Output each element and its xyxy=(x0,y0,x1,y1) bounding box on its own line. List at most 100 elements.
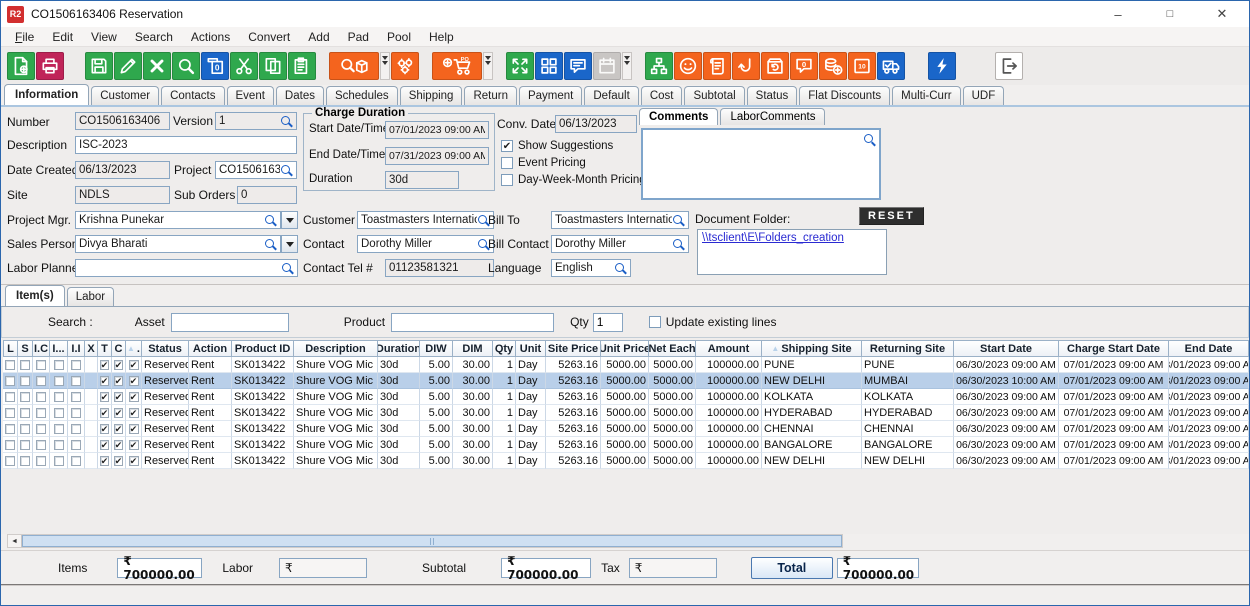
tab-flat-discounts[interactable]: Flat Discounts xyxy=(799,86,890,105)
contact-field[interactable]: Dorothy Miller xyxy=(357,235,494,253)
table-row[interactable]: ✔✔✔ReservedRentSK013422Shure VOG Mic30d5… xyxy=(3,405,1247,421)
row-checkbox[interactable] xyxy=(36,408,46,418)
row-checkbox[interactable]: ✔ xyxy=(100,392,110,402)
language-field[interactable]: English xyxy=(551,259,631,277)
table-row[interactable]: ✔✔✔ReservedRentSK013422Shure VOG Mic30d5… xyxy=(3,437,1247,453)
exit-button[interactable] xyxy=(995,52,1023,80)
day-week-month-pricing-checkbox[interactable] xyxy=(501,174,513,186)
row-checkbox[interactable]: ✔ xyxy=(129,408,139,418)
column-header-site-price[interactable]: Site Price xyxy=(546,340,601,357)
row-checkbox[interactable] xyxy=(20,392,30,402)
tab-return[interactable]: Return xyxy=(464,86,517,105)
row-checkbox[interactable] xyxy=(5,408,15,418)
tab-cost[interactable]: Cost xyxy=(641,86,683,105)
tab-shipping[interactable]: Shipping xyxy=(400,86,463,105)
column-header-duration[interactable]: Duration xyxy=(378,340,420,357)
row-checkbox[interactable] xyxy=(71,360,81,370)
table-row[interactable]: ✔✔✔ReservedRentSK013422Shure VOG Mic30d5… xyxy=(3,421,1247,437)
row-checkbox[interactable] xyxy=(71,456,81,466)
tab-dates[interactable]: Dates xyxy=(276,86,324,105)
expand-button[interactable] xyxy=(506,52,534,80)
row-checkbox[interactable] xyxy=(54,392,64,402)
tab-information[interactable]: Information xyxy=(4,84,89,105)
menu-search[interactable]: Search xyxy=(127,28,181,46)
site-field[interactable]: NDLS xyxy=(75,186,170,204)
table-row[interactable]: ✔✔✔ReservedRentSK013422Shure VOG Mic30d5… xyxy=(3,453,1247,469)
tab-udf[interactable]: UDF xyxy=(963,86,1005,105)
row-checkbox[interactable] xyxy=(36,376,46,386)
duration-field[interactable]: 30d xyxy=(385,171,459,189)
scroll-left-arrow-icon[interactable]: ◄ xyxy=(8,535,22,547)
tab-subtotal[interactable]: Subtotal xyxy=(684,86,744,105)
total-button[interactable]: Total xyxy=(751,557,833,579)
save-button[interactable] xyxy=(85,52,113,80)
row-checkbox[interactable]: ✔ xyxy=(114,456,124,466)
search-icon[interactable] xyxy=(672,238,685,251)
row-checkbox[interactable] xyxy=(54,408,64,418)
row-checkbox[interactable] xyxy=(36,440,46,450)
minimize-button[interactable]: – xyxy=(1109,7,1127,22)
truck-button[interactable] xyxy=(877,52,905,80)
start-datetime-field[interactable]: 07/01/2023 09:00 AM xyxy=(385,121,489,139)
row-checkbox[interactable]: ✔ xyxy=(100,408,110,418)
conv-date-field[interactable]: 06/13/2023 xyxy=(555,115,637,133)
contact-tel-field[interactable]: 01123581321 xyxy=(385,259,494,277)
scroll-button[interactable] xyxy=(703,52,731,80)
column-header-[interactable]: ▲. xyxy=(126,340,142,357)
column-header-product-id[interactable]: Product ID xyxy=(232,340,294,357)
end-datetime-field[interactable]: 07/31/2023 09:00 AM xyxy=(385,147,489,165)
table-row[interactable]: ✔✔✔ReservedRentSK013422Shure VOG Mic30d5… xyxy=(3,389,1247,405)
column-header-ii[interactable]: I.I xyxy=(68,340,85,357)
toolbar-dropdown[interactable] xyxy=(380,52,390,80)
column-header-action[interactable]: Action xyxy=(189,340,232,357)
row-checkbox[interactable] xyxy=(71,424,81,434)
row-checkbox[interactable]: ✔ xyxy=(100,456,110,466)
description-field[interactable]: ISC-2023 xyxy=(75,136,297,154)
tab-default[interactable]: Default xyxy=(584,86,638,105)
row-checkbox[interactable] xyxy=(54,376,64,386)
menu-file[interactable]: File xyxy=(7,28,42,46)
menu-help[interactable]: Help xyxy=(421,28,462,46)
tab-status[interactable]: Status xyxy=(747,86,798,105)
row-checkbox[interactable] xyxy=(71,376,81,386)
smiley-button[interactable] xyxy=(674,52,702,80)
column-header-amount[interactable]: Amount xyxy=(696,340,762,357)
tab-items[interactable]: Item(s) xyxy=(5,285,65,306)
product-input[interactable] xyxy=(391,313,554,332)
bill-contact-field[interactable]: Dorothy Miller xyxy=(551,235,689,253)
search-icon[interactable] xyxy=(264,214,277,227)
row-checkbox[interactable]: ✔ xyxy=(129,456,139,466)
row-checkbox[interactable] xyxy=(36,456,46,466)
row-checkbox[interactable]: ✔ xyxy=(114,424,124,434)
search-icon[interactable] xyxy=(614,262,627,275)
column-header-x[interactable]: X xyxy=(85,340,98,357)
lightning-button[interactable] xyxy=(928,52,956,80)
column-header-s[interactable]: S xyxy=(18,340,33,357)
row-checkbox[interactable] xyxy=(5,360,15,370)
reset-button[interactable]: RESET xyxy=(859,207,924,225)
search-button[interactable] xyxy=(172,52,200,80)
paste-button[interactable] xyxy=(288,52,316,80)
tab-schedules[interactable]: Schedules xyxy=(326,86,398,105)
row-checkbox[interactable] xyxy=(5,456,15,466)
search-icon[interactable] xyxy=(280,115,293,128)
modules-button[interactable] xyxy=(535,52,563,80)
row-checkbox[interactable] xyxy=(71,440,81,450)
row-checkbox[interactable] xyxy=(5,376,15,386)
row-checkbox[interactable]: ✔ xyxy=(129,424,139,434)
search-icon[interactable] xyxy=(264,238,277,251)
event-pricing-checkbox[interactable] xyxy=(501,157,513,169)
search-icon[interactable] xyxy=(280,164,293,177)
menu-convert[interactable]: Convert xyxy=(240,28,298,46)
row-checkbox[interactable] xyxy=(54,360,64,370)
tab-event[interactable]: Event xyxy=(227,86,274,105)
row-checkbox[interactable] xyxy=(54,456,64,466)
row-checkbox[interactable]: ✔ xyxy=(100,376,110,386)
row-checkbox[interactable] xyxy=(54,424,64,434)
table-row[interactable]: ✔✔✔Reserved*RentSK013422Shure VOG Mic30d… xyxy=(3,373,1247,389)
close-button[interactable]: ✕ xyxy=(1213,6,1231,22)
row-checkbox[interactable]: ✔ xyxy=(114,360,124,370)
row-checkbox[interactable] xyxy=(20,440,30,450)
menu-pad[interactable]: Pad xyxy=(340,28,377,46)
scrollbar-thumb[interactable] xyxy=(22,535,842,547)
